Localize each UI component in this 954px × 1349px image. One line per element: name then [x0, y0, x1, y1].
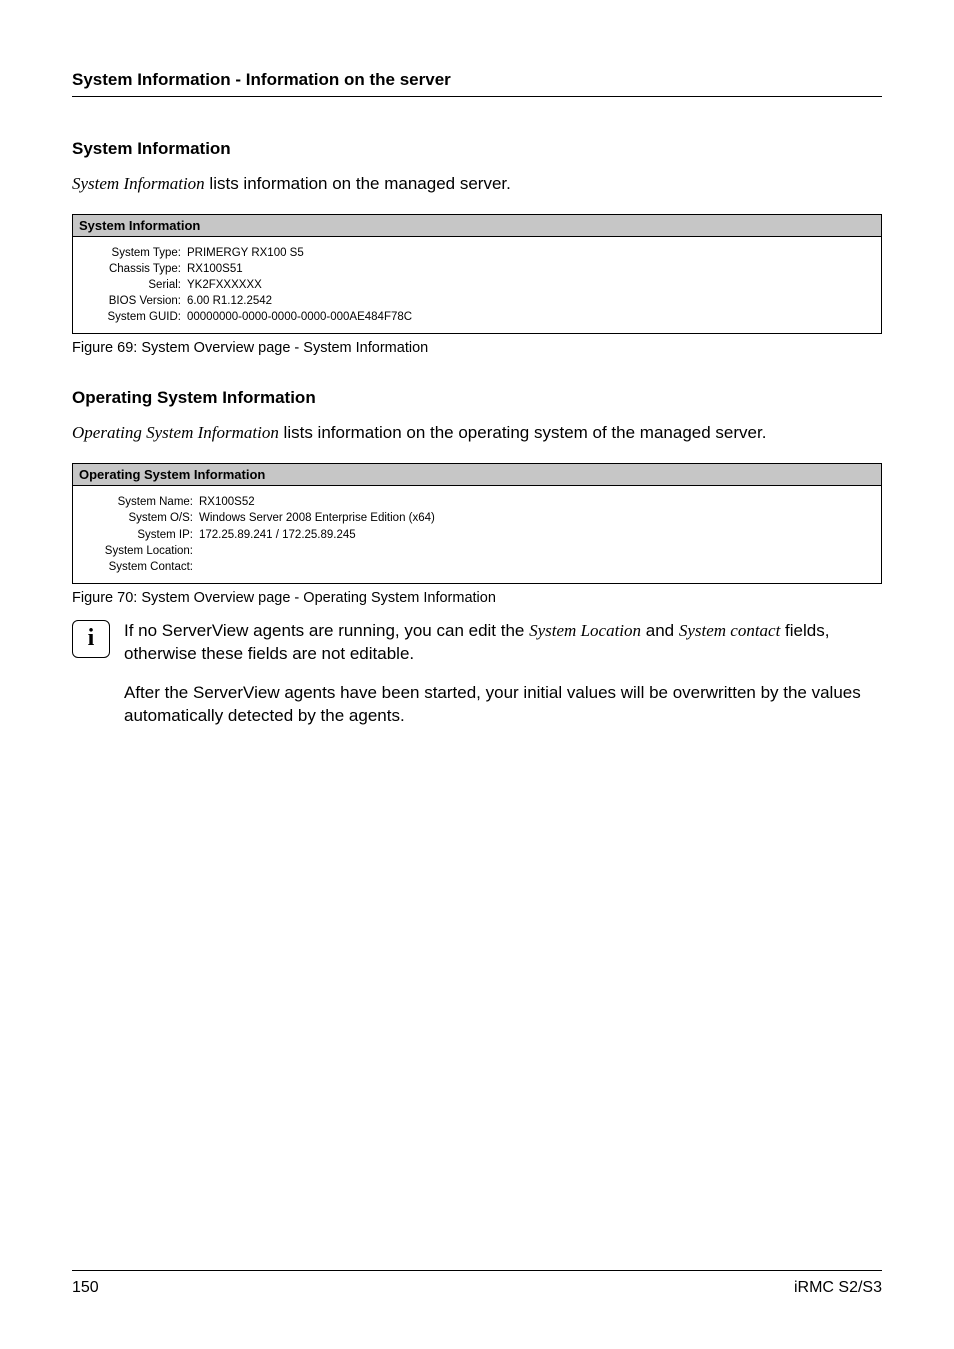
section1-intro-italic: System Information — [72, 174, 205, 193]
row-label: Chassis Type: — [83, 261, 181, 277]
info-paragraph-1: If no ServerView agents are running, you… — [124, 620, 882, 666]
page-number: 150 — [72, 1279, 99, 1297]
row-value: 172.25.89.241 / 172.25.89.245 — [199, 527, 356, 543]
row-label: System O/S: — [83, 510, 193, 526]
row-label: BIOS Version: — [83, 293, 181, 309]
panel-row: Chassis Type: RX100S51 — [83, 261, 871, 277]
row-value: RX100S52 — [199, 494, 255, 510]
panel-row: BIOS Version: 6.00 R1.12.2542 — [83, 293, 871, 309]
section1-heading: System Information — [72, 139, 882, 159]
os-info-panel-title: Operating System Information — [73, 464, 881, 486]
panel-row: System Contact: — [83, 559, 871, 575]
system-info-panel: System Information System Type: PRIMERGY … — [72, 214, 882, 334]
row-label: System GUID: — [83, 309, 181, 325]
figure70-caption: Figure 70: System Overview page - Operat… — [72, 590, 882, 606]
doc-id: iRMC S2/S3 — [794, 1279, 882, 1297]
panel-row: System GUID: 00000000-0000-0000-0000-000A… — [83, 309, 871, 325]
info-paragraph-2: After the ServerView agents have been st… — [124, 682, 882, 728]
panel-row: Serial: YK2FXXXXXX — [83, 277, 871, 293]
info-p1-b: and — [641, 621, 679, 640]
info-p1-it1: System Location — [529, 621, 641, 640]
system-info-panel-title: System Information — [73, 215, 881, 237]
row-label: Serial: — [83, 277, 181, 293]
panel-row: System Name: RX100S52 — [83, 494, 871, 510]
os-info-panel-body: System Name: RX100S52 System O/S: Windows … — [73, 486, 881, 582]
panel-row: System Location: — [83, 543, 871, 559]
info-p1-it2: System contact — [679, 621, 781, 640]
info-icon: i — [72, 620, 110, 658]
row-label: System IP: — [83, 527, 193, 543]
panel-row: System O/S: Windows Server 2008 Enterpris… — [83, 510, 871, 526]
section1-intro: System Information lists information on … — [72, 173, 882, 196]
info-p1-a: If no ServerView agents are running, you… — [124, 621, 529, 640]
running-header: System Information - Information on the … — [72, 70, 882, 97]
panel-row: System Type: PRIMERGY RX100 S5 — [83, 245, 871, 261]
row-value: PRIMERGY RX100 S5 — [187, 245, 304, 261]
row-value: YK2FXXXXXX — [187, 277, 262, 293]
figure69-caption: Figure 69: System Overview page - System… — [72, 340, 882, 356]
section2-intro-rest: lists information on the operating syste… — [279, 423, 767, 442]
page-footer: 150 iRMC S2/S3 — [72, 1270, 882, 1297]
row-value: 00000000-0000-0000-0000-000AE484F78C — [187, 309, 412, 325]
os-info-panel: Operating System Information System Name… — [72, 463, 882, 583]
section2-intro: Operating System Information lists infor… — [72, 422, 882, 445]
row-value: Windows Server 2008 Enterprise Edition (… — [199, 510, 435, 526]
panel-row: System IP: 172.25.89.241 / 172.25.89.245 — [83, 527, 871, 543]
section1-intro-rest: lists information on the managed server. — [205, 174, 511, 193]
row-label: System Name: — [83, 494, 193, 510]
info-text: If no ServerView agents are running, you… — [124, 620, 882, 744]
row-label: System Type: — [83, 245, 181, 261]
row-label: System Location: — [83, 543, 193, 559]
row-value: 6.00 R1.12.2542 — [187, 293, 272, 309]
system-info-panel-body: System Type: PRIMERGY RX100 S5 Chassis Ty… — [73, 237, 881, 333]
row-label: System Contact: — [83, 559, 193, 575]
row-value: RX100S51 — [187, 261, 243, 277]
info-note: i If no ServerView agents are running, y… — [72, 620, 882, 744]
section2-intro-italic: Operating System Information — [72, 423, 279, 442]
section2-heading: Operating System Information — [72, 388, 882, 408]
